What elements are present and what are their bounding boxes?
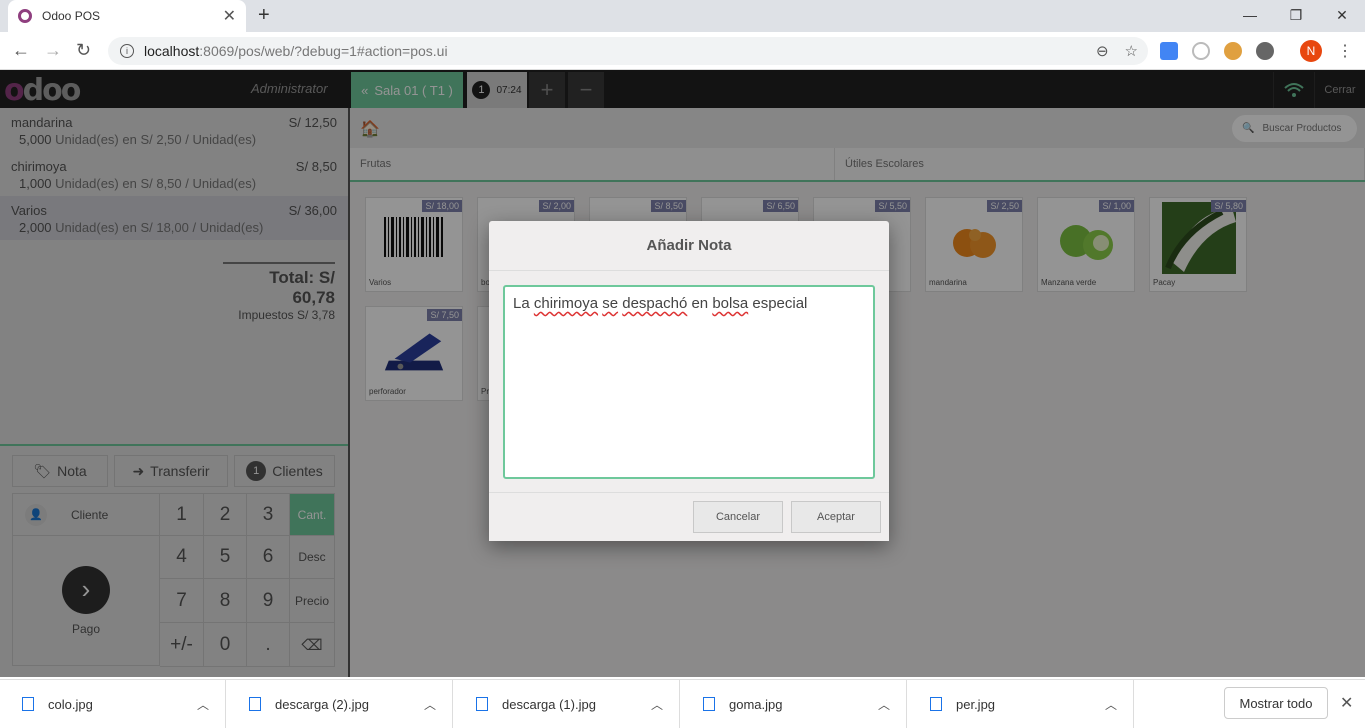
browser-tab-strip: Odoo POS ✕ + — ❐ ✕ [0, 0, 1365, 32]
download-item[interactable]: per.jpg ︿ [908, 680, 1134, 728]
browser-menu-icon[interactable]: ⋮ [1337, 41, 1353, 61]
tab-title: Odoo POS [42, 9, 101, 23]
download-item[interactable]: colo.jpg ︿ [0, 680, 226, 728]
chevron-up-icon[interactable]: ︿ [1105, 696, 1117, 713]
extensions [1160, 42, 1274, 60]
bookmark-star-icon[interactable]: ☆ [1125, 42, 1138, 60]
downloads-bar: colo.jpg ︿ descarga (2).jpg ︿ descarga (… [0, 679, 1365, 728]
popup-footer: Cancelar Aceptar [489, 492, 889, 541]
chevron-up-icon[interactable]: ︿ [878, 696, 890, 713]
close-downloads-icon[interactable]: ✕ [1340, 693, 1353, 713]
restore-icon[interactable]: ❐ [1273, 0, 1319, 30]
close-window-icon[interactable]: ✕ [1319, 0, 1365, 30]
cancel-button[interactable]: Cancelar [693, 501, 783, 533]
chevron-up-icon[interactable]: ︿ [424, 696, 436, 713]
download-item[interactable]: descarga (1).jpg ︿ [454, 680, 680, 728]
image-file-icon [249, 697, 261, 711]
site-info-icon[interactable]: i [120, 44, 134, 58]
image-file-icon [703, 697, 715, 711]
note-textarea[interactable]: La chirimoya se despachó en bolsa especi… [503, 285, 875, 479]
new-tab-icon[interactable]: + [258, 4, 270, 27]
address-bar[interactable]: i localhost:8069/pos/web/?debug=1#action… [108, 37, 1148, 65]
forward-icon[interactable]: → [44, 40, 62, 61]
image-file-icon [930, 697, 942, 711]
window-controls: — ❐ ✕ [1227, 0, 1365, 30]
image-file-icon [22, 697, 34, 711]
accept-button[interactable]: Aceptar [791, 501, 881, 533]
browser-tab[interactable]: Odoo POS ✕ [8, 0, 246, 32]
odoo-favicon-icon [18, 9, 32, 23]
download-item[interactable]: goma.jpg ︿ [681, 680, 907, 728]
download-item[interactable]: descarga (2).jpg ︿ [227, 680, 453, 728]
url-text: localhost:8069/pos/web/?debug=1#action=p… [144, 43, 448, 59]
show-all-button[interactable]: Mostrar todo [1224, 687, 1328, 719]
chevron-up-icon[interactable]: ︿ [651, 696, 663, 713]
minimize-icon[interactable]: — [1227, 0, 1273, 30]
image-file-icon [476, 697, 488, 711]
zoom-icon[interactable]: ⊖ [1096, 42, 1109, 60]
close-tab-icon[interactable]: ✕ [223, 6, 236, 26]
add-note-popup: Añadir Nota La chirimoya se despachó en … [489, 221, 889, 541]
cookie-extension-icon[interactable] [1224, 42, 1242, 60]
translate-extension-icon[interactable] [1160, 42, 1178, 60]
profile-avatar[interactable]: N [1300, 40, 1322, 62]
extension-dark-icon[interactable] [1256, 42, 1274, 60]
popup-title: Añadir Nota [489, 221, 889, 271]
back-icon[interactable]: ← [12, 40, 30, 61]
chevron-up-icon[interactable]: ︿ [197, 696, 209, 713]
browser-toolbar: ← → ↻ i localhost:8069/pos/web/?debug=1#… [0, 32, 1365, 70]
extension-icon[interactable] [1192, 42, 1210, 60]
reload-icon[interactable]: ↻ [76, 40, 91, 61]
